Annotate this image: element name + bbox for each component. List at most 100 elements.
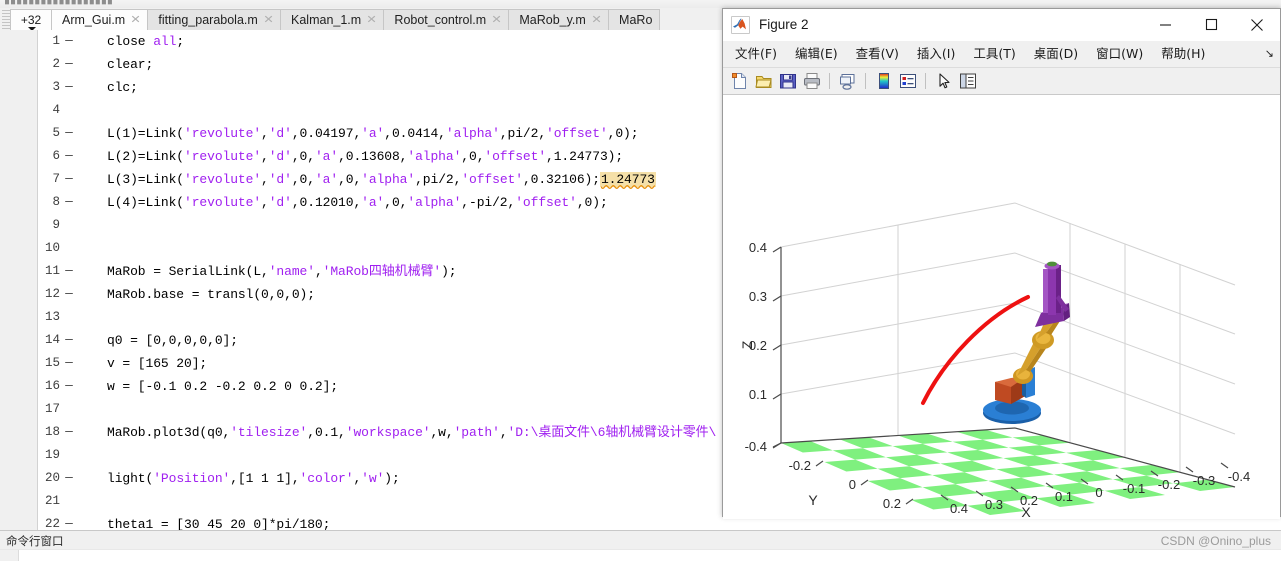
- line-number-gutter: [0, 30, 38, 530]
- line-number: 8: [52, 195, 60, 209]
- x-tick-label: -0.4: [1228, 469, 1250, 484]
- line-number: 17: [44, 402, 60, 416]
- x-tick-label: 0: [1095, 485, 1102, 500]
- close-icon[interactable]: ✕: [263, 14, 274, 26]
- tab-marob-partial[interactable]: MaRo: [608, 9, 661, 30]
- figure-title-bar[interactable]: Figure 2: [723, 9, 1280, 41]
- figure-window-title: Figure 2: [759, 17, 809, 32]
- tab-label: Arm_Gui.m: [62, 13, 126, 27]
- tab-marob-y[interactable]: MaRob_y.m ✕: [508, 9, 610, 30]
- y-axis-label: Y: [808, 492, 818, 508]
- x-tick-label: 0.3: [985, 497, 1003, 512]
- window-buttons: [1142, 9, 1280, 40]
- toolbar-separator: [925, 73, 926, 89]
- code-text: L(1)=Link('revolute','d',0.04197,'a',0.0…: [107, 126, 639, 141]
- tab-robot-control[interactable]: Robot_control.m ✕: [383, 9, 510, 30]
- code-text: light('Position',[1 1 1],'color','w');: [107, 471, 400, 486]
- breakpoint-dash[interactable]: —: [65, 467, 73, 490]
- menu-item-view[interactable]: 查看(V): [847, 41, 908, 67]
- plot-browser-icon[interactable]: [957, 71, 978, 92]
- menu-item-tools[interactable]: 工具(T): [964, 41, 1024, 67]
- tab-arm-gui[interactable]: Arm_Gui.m ✕: [51, 9, 149, 30]
- line-number: 21: [44, 494, 60, 508]
- breakpoint-dash[interactable]: —: [65, 30, 73, 53]
- line-number: 10: [44, 241, 60, 255]
- bottom-panel: [0, 549, 1281, 561]
- code-text: MaRob = SerialLink(L,'name','MaRob四轴机械臂'…: [107, 264, 457, 279]
- menu-item-help[interactable]: 帮助(H): [1152, 41, 1214, 67]
- link-plot-icon[interactable]: [837, 71, 858, 92]
- command-window-label[interactable]: 命令行窗口: [6, 533, 64, 549]
- x-tick-label: -0.2: [1158, 477, 1180, 492]
- close-icon[interactable]: ✕: [591, 14, 602, 26]
- minimize-icon[interactable]: [1142, 9, 1188, 40]
- x-axis-label: X: [1021, 504, 1031, 519]
- tab-label: MaRo: [619, 13, 653, 27]
- menu-overflow-icon[interactable]: ↘: [1265, 48, 1274, 60]
- breakpoint-dash[interactable]: —: [65, 191, 73, 214]
- breakpoint-dash[interactable]: —: [65, 375, 73, 398]
- breakpoint-dash[interactable]: —: [65, 283, 73, 306]
- tab-overflow-button[interactable]: +32: [10, 9, 52, 31]
- code-text: clc;: [107, 80, 138, 95]
- breakpoint-dash[interactable]: —: [65, 352, 73, 375]
- line-number: 2: [52, 57, 60, 71]
- line-number: 16: [44, 379, 60, 393]
- save-figure-icon[interactable]: [777, 71, 798, 92]
- maximize-icon[interactable]: [1188, 9, 1234, 40]
- breakpoint-dash[interactable]: —: [65, 329, 73, 352]
- breakpoint-dash[interactable]: —: [65, 260, 73, 283]
- watermark-text: CSDN @Onino_plus: [1160, 533, 1271, 548]
- x-tick-label: -0.1: [1123, 481, 1145, 496]
- line-number: 9: [52, 218, 60, 232]
- close-icon[interactable]: ✕: [367, 14, 378, 26]
- code-text: MaRob.plot3d(q0,'tilesize',0.1,'workspac…: [107, 425, 717, 440]
- figure-plot-canvas[interactable]: 0.4 0.3 0.2 0.1 Z -0.4 -0.2 0 0.2 Y 0.4 …: [723, 95, 1280, 519]
- code-text: L(3)=Link('revolute','d',0,'a',0,'alpha'…: [107, 172, 656, 187]
- y-tick-label: 0: [849, 477, 856, 492]
- line-number: 15: [44, 356, 60, 370]
- line-number: 7: [52, 172, 60, 186]
- breakpoint-dash[interactable]: —: [65, 513, 73, 530]
- menu-item-desktop[interactable]: 桌面(D): [1025, 41, 1087, 67]
- line-number: 11: [44, 264, 60, 278]
- line-number: 14: [44, 333, 60, 347]
- breakpoint-dash[interactable]: —: [65, 122, 73, 145]
- close-icon[interactable]: ✕: [491, 14, 502, 26]
- tab-fitting-parabola[interactable]: fitting_parabola.m ✕: [147, 9, 282, 30]
- legend-icon[interactable]: [897, 71, 918, 92]
- code-text: L(2)=Link('revolute','d',0,'a',0.13608,'…: [107, 149, 624, 164]
- code-text: MaRob.base = transl(0,0,0);: [107, 287, 315, 302]
- highlighted-token[interactable]: 1.24773: [599, 172, 656, 187]
- z-axis-label: Z: [739, 340, 755, 349]
- z-tick-label: 0.1: [749, 387, 767, 402]
- close-icon[interactable]: ✕: [131, 14, 142, 26]
- toolbar-separator: [865, 73, 866, 89]
- line-number: 19: [44, 448, 60, 462]
- colorbar-icon[interactable]: [873, 71, 894, 92]
- figure-window[interactable]: Figure 2 文件(F) 编辑(E) 查看(V) 插入(I) 工具(T) 桌…: [722, 8, 1281, 519]
- tab-bar-grip[interactable]: [2, 10, 10, 30]
- line-number: 5: [52, 126, 60, 140]
- breakpoint-dash[interactable]: —: [65, 53, 73, 76]
- breakpoint-dash[interactable]: —: [65, 145, 73, 168]
- breakpoint-dash[interactable]: —: [65, 168, 73, 191]
- pointer-icon[interactable]: [933, 71, 954, 92]
- new-figure-icon[interactable]: [729, 71, 750, 92]
- close-icon[interactable]: [1234, 9, 1280, 40]
- menu-item-edit[interactable]: 编辑(E): [786, 41, 847, 67]
- menu-item-window[interactable]: 窗口(W): [1087, 41, 1152, 67]
- menu-item-file[interactable]: 文件(F): [726, 41, 786, 67]
- breakpoint-dash[interactable]: —: [65, 421, 73, 444]
- menu-item-insert[interactable]: 插入(I): [908, 41, 964, 67]
- tab-label: fitting_parabola.m: [158, 13, 258, 27]
- toolbar-separator: [829, 73, 830, 89]
- line-number: 1: [52, 34, 60, 48]
- matlab-window: ▮▮▮▮▮▮▮▮▮▮▮▮▮▮▮▮▮▮ +32 Arm_Gui.m ✕ fitti…: [0, 0, 1281, 561]
- open-file-icon[interactable]: [753, 71, 774, 92]
- x-tick-label: 0.4: [950, 501, 968, 516]
- matlab-logo-icon: [731, 15, 750, 34]
- breakpoint-dash[interactable]: —: [65, 76, 73, 99]
- tab-kalman-1[interactable]: Kalman_1.m ✕: [280, 9, 385, 30]
- print-figure-icon[interactable]: [801, 71, 822, 92]
